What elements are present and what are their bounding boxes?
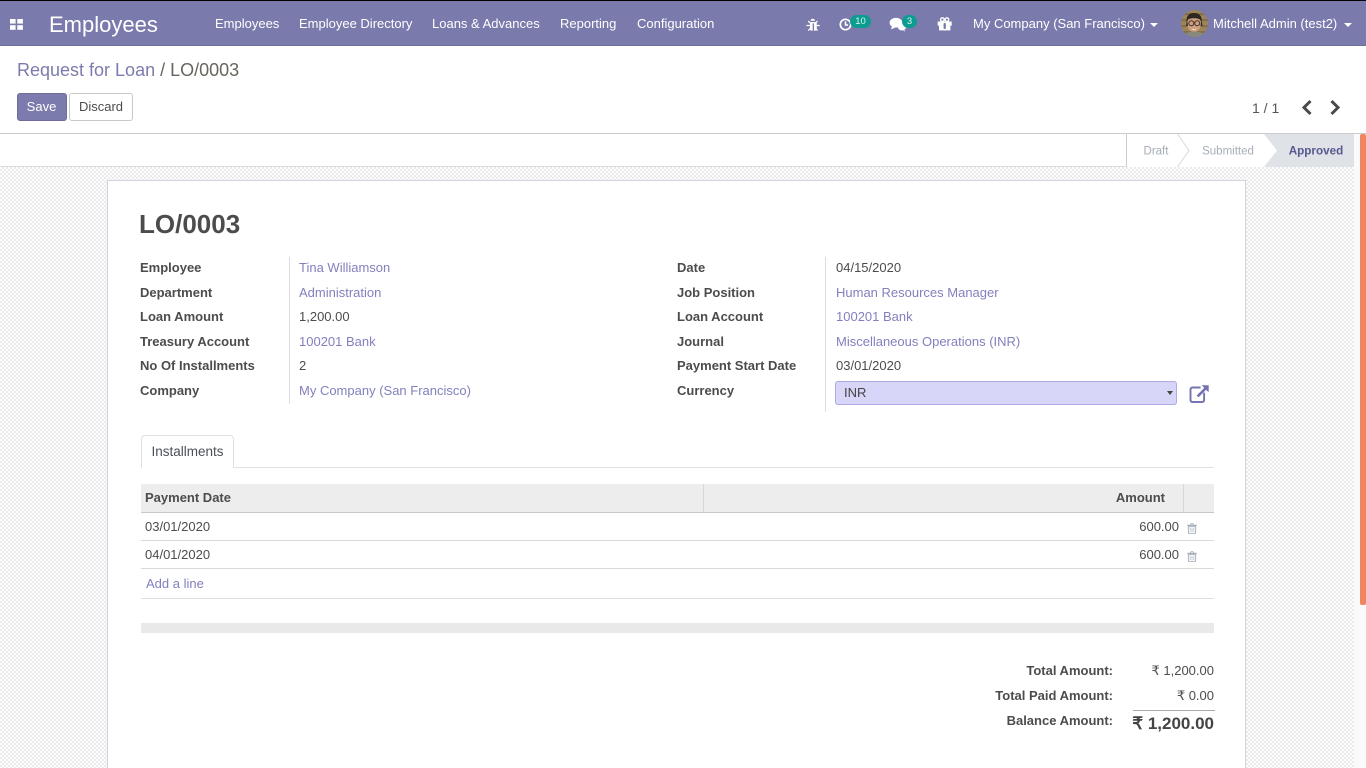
svg-text:Approved: Approved xyxy=(1289,145,1344,158)
svg-text:Submitted: Submitted xyxy=(1202,146,1254,158)
svg-text:Draft: Draft xyxy=(1144,146,1170,158)
